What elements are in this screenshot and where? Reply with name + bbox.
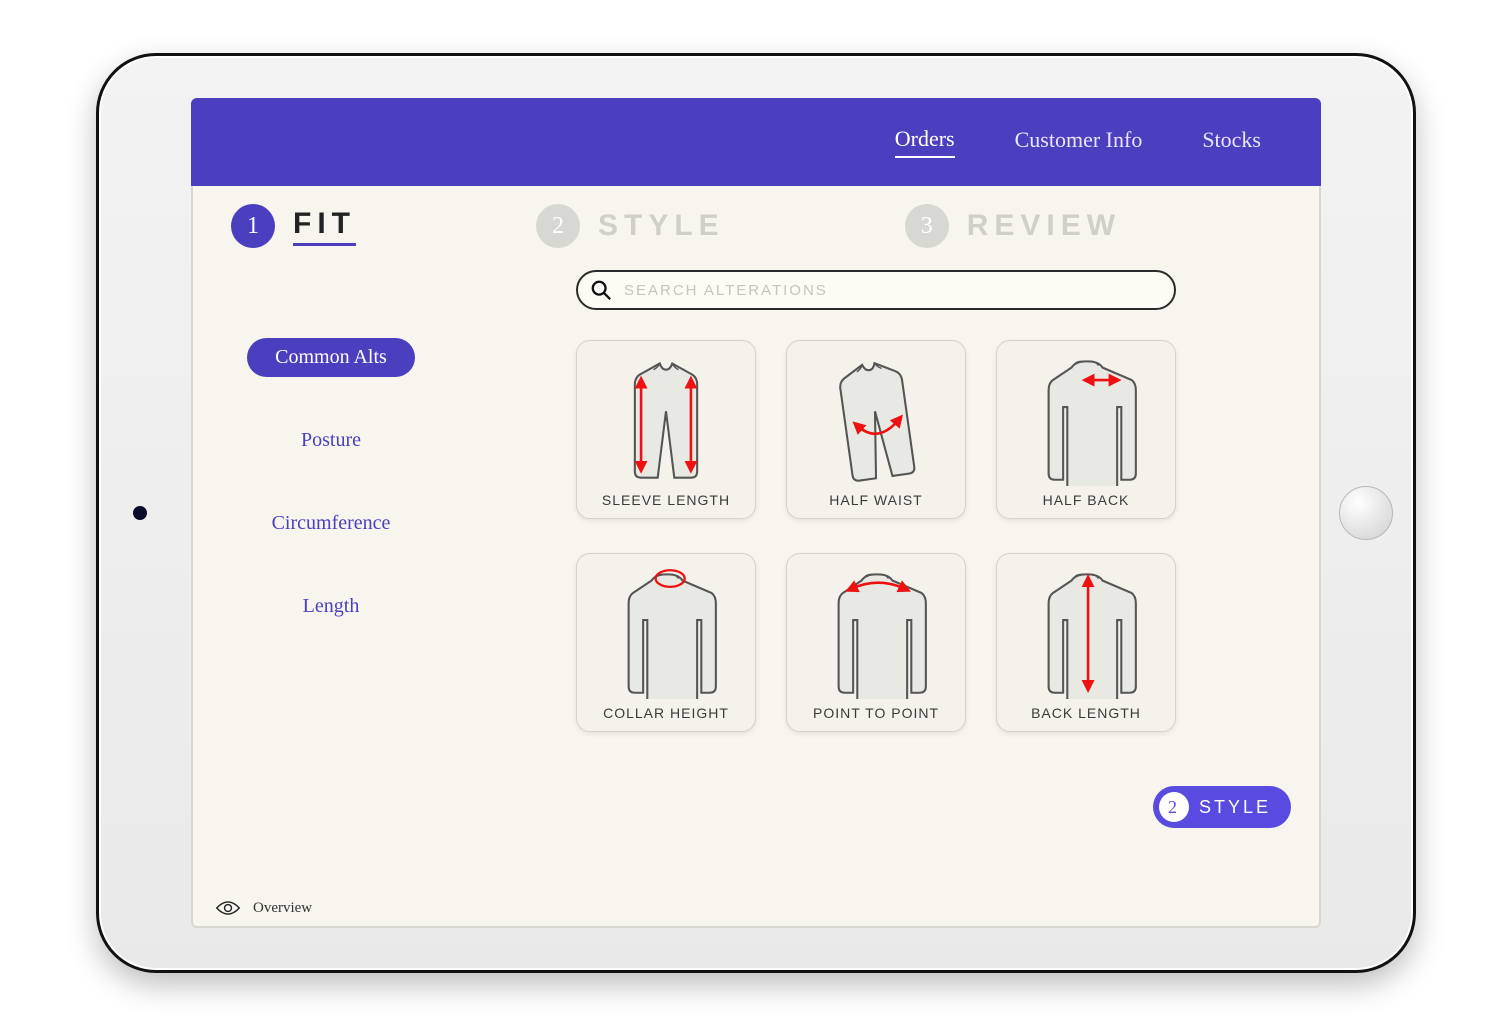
footer-overview-label[interactable]: Overview bbox=[253, 900, 312, 917]
tablet-frame: Orders Customer Info Stocks 1 FIT 2 STYL… bbox=[96, 53, 1416, 973]
eye-icon bbox=[215, 899, 241, 917]
alteration-grid: SLEEVE LENGTH HALF WAIST bbox=[576, 340, 1176, 732]
step-1-label: FIT bbox=[293, 207, 356, 246]
card-half-back[interactable]: HALF BACK bbox=[996, 340, 1176, 519]
step-3-circle: 3 bbox=[905, 204, 949, 248]
jacket-back-length-icon bbox=[1026, 564, 1146, 699]
card-label: COLLAR HEIGHT bbox=[603, 705, 729, 721]
search-wrap bbox=[576, 270, 1176, 310]
sidebar-item-common-alts[interactable]: Common Alts bbox=[247, 338, 415, 377]
step-2-circle: 2 bbox=[536, 204, 580, 248]
search-input[interactable] bbox=[576, 270, 1176, 310]
card-label: SLEEVE LENGTH bbox=[602, 492, 730, 508]
category-sidebar: Common Alts Posture Circumference Length bbox=[211, 258, 451, 888]
card-half-waist[interactable]: HALF WAIST bbox=[786, 340, 966, 519]
nav-orders[interactable]: Orders bbox=[895, 126, 955, 158]
card-collar-height[interactable]: COLLAR HEIGHT bbox=[576, 553, 756, 732]
sidebar-item-circumference[interactable]: Circumference bbox=[244, 504, 419, 543]
device-camera bbox=[133, 506, 147, 520]
jacket-collar-height-icon bbox=[606, 564, 726, 699]
step-fit[interactable]: 1 FIT bbox=[231, 204, 356, 248]
top-nav: Orders Customer Info Stocks bbox=[191, 98, 1321, 186]
card-point-to-point[interactable]: POINT TO POINT bbox=[786, 553, 966, 732]
card-label: POINT TO POINT bbox=[813, 705, 939, 721]
sidebar-item-length[interactable]: Length bbox=[275, 587, 388, 626]
jacket-point-to-point-icon bbox=[816, 564, 936, 699]
card-sleeve-length[interactable]: SLEEVE LENGTH bbox=[576, 340, 756, 519]
step-1-circle: 1 bbox=[231, 204, 275, 248]
nav-stocks[interactable]: Stocks bbox=[1202, 127, 1261, 157]
card-label: HALF WAIST bbox=[829, 492, 923, 508]
jacket-half-waist-icon bbox=[816, 351, 936, 486]
nav-customer-info[interactable]: Customer Info bbox=[1015, 127, 1143, 157]
jacket-sleeve-length-icon bbox=[606, 351, 726, 486]
next-step-button[interactable]: 2 STYLE bbox=[1153, 786, 1291, 828]
search-icon bbox=[590, 279, 612, 301]
step-bar: 1 FIT 2 STYLE 3 REVIEW bbox=[191, 186, 1321, 258]
jacket-half-back-icon bbox=[1026, 351, 1146, 486]
card-label: BACK LENGTH bbox=[1031, 705, 1141, 721]
step-2-label: STYLE bbox=[598, 209, 725, 243]
next-step-number: 2 bbox=[1159, 792, 1189, 822]
next-step-label: STYLE bbox=[1199, 797, 1271, 818]
sidebar-item-posture[interactable]: Posture bbox=[273, 421, 389, 460]
footer: Overview bbox=[191, 888, 1321, 928]
device-home-button[interactable] bbox=[1339, 486, 1393, 540]
main-area: Common Alts Posture Circumference Length bbox=[191, 258, 1321, 888]
app-screen: Orders Customer Info Stocks 1 FIT 2 STYL… bbox=[191, 98, 1321, 928]
card-back-length[interactable]: BACK LENGTH bbox=[996, 553, 1176, 732]
step-style[interactable]: 2 STYLE bbox=[536, 204, 725, 248]
step-3-label: REVIEW bbox=[967, 209, 1121, 243]
card-label: HALF BACK bbox=[1043, 492, 1130, 508]
step-review[interactable]: 3 REVIEW bbox=[905, 204, 1121, 248]
